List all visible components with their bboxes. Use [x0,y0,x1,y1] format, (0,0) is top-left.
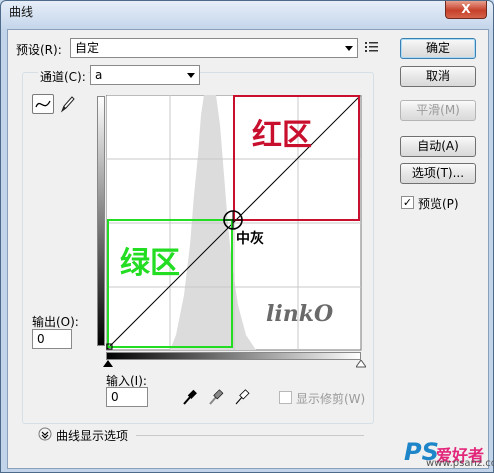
close-button[interactable]: X [445,1,487,19]
ok-button[interactable]: 确定 [400,38,476,59]
preview-checkbox[interactable]: ✓ [401,196,414,209]
curve-graph[interactable]: 红区 绿区 中灰 linkO [106,95,362,351]
green-zone-label: 绿区 [120,246,180,281]
auto-button[interactable]: 自动(A) [400,136,476,157]
white-point-slider[interactable] [356,360,366,368]
curves-dialog: 曲线 X 预设(R): 自定 确定 取消 平滑(M) 自动(A) 选项(T)..… [0,0,494,473]
input-gradient-bar [106,352,361,360]
red-zone-label: 红区 [252,118,312,153]
site-watermark: www.psanz.com [426,458,494,469]
curve-tool-button[interactable] [32,94,54,114]
black-point-slider[interactable] [103,360,113,368]
output-label: 输出(O): [32,315,79,329]
preset-value: 自定 [75,41,100,55]
preset-label: 预设(R): [16,43,62,57]
mid-gray-label: 中灰 [236,230,264,247]
cancel-button[interactable]: 取消 [400,66,476,87]
preview-label: 预览(P) [418,197,459,211]
channel-label: 通道(C): [38,68,88,85]
input-field[interactable]: 0 [106,387,148,407]
expand-chevron-icon[interactable] [38,427,52,441]
preset-select[interactable]: 自定 [70,38,358,58]
pencil-icon[interactable] [58,94,76,114]
white-eyedropper-icon[interactable] [234,388,250,406]
output-field[interactable]: 0 [32,329,72,349]
black-eyedropper-icon[interactable] [182,388,198,406]
divider [136,435,364,436]
curve-icon [35,100,51,108]
window-title: 曲线 [9,5,34,19]
show-clipping-checkbox[interactable] [279,391,292,404]
chevron-down-icon [187,73,195,78]
watermark-text: linkO [266,301,333,327]
dialog-body: 预设(R): 自定 确定 取消 平滑(M) 自动(A) 选项(T)... ✓ 预… [7,29,494,469]
chevron-down-icon [345,46,353,51]
curve-options-label[interactable]: 曲线显示选项 [56,427,128,444]
show-clipping-label: 显示修剪(W) [296,392,366,406]
channel-select[interactable]: a [90,65,200,85]
options-button[interactable]: 选项(T)... [400,163,476,184]
gray-eyedropper-icon[interactable] [208,388,224,406]
output-gradient-bar [97,96,105,346]
channel-value: a [95,68,103,82]
list-menu-icon[interactable] [365,41,379,53]
smooth-button[interactable]: 平滑(M) [400,100,476,121]
